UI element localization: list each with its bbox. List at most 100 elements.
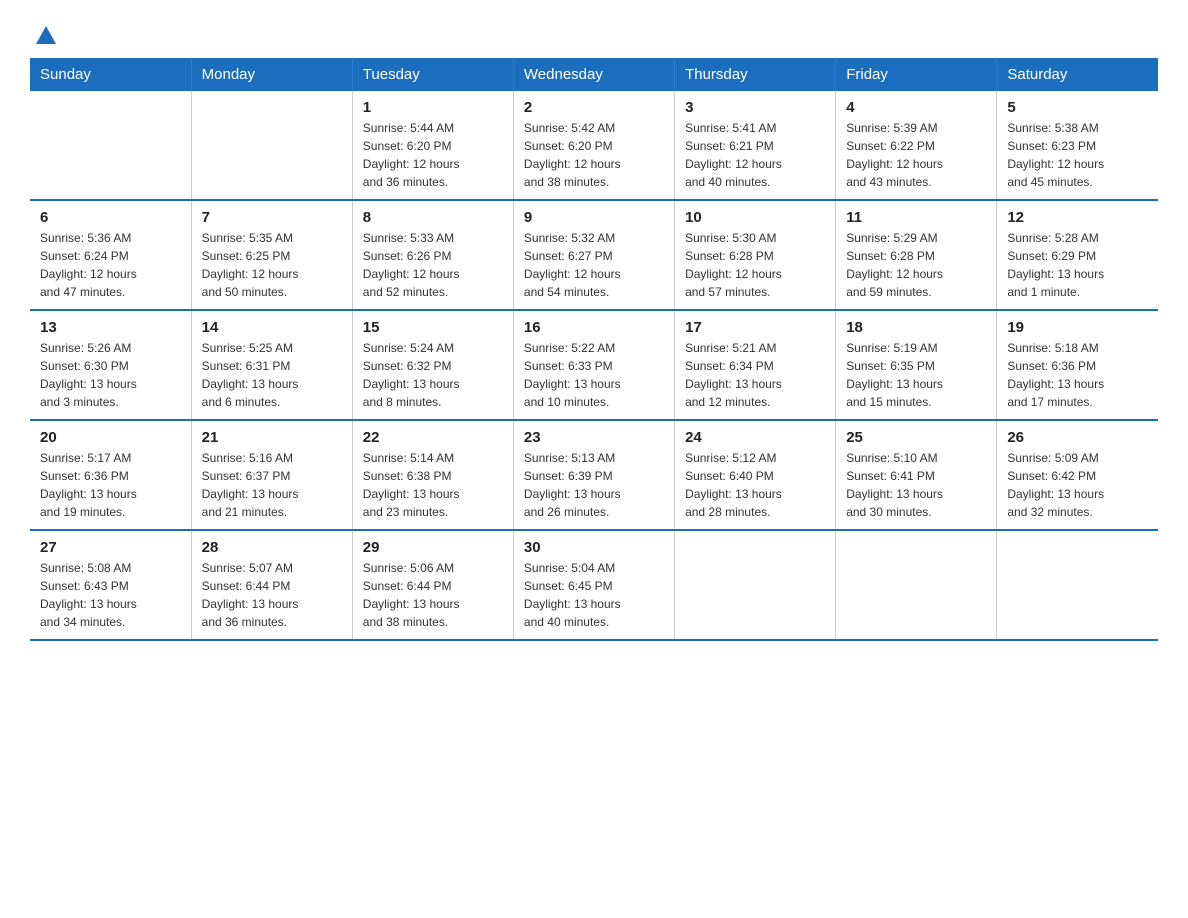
cell-week3-day2: 15 Sunrise: 5:24 AM Sunset: 6:32 PM Dayli… bbox=[352, 310, 513, 420]
day-number: 7 bbox=[202, 209, 342, 226]
cell-week5-day6 bbox=[997, 530, 1158, 640]
day-number: 8 bbox=[363, 209, 503, 226]
day-info: Sunrise: 5:32 AM Sunset: 6:27 PM Dayligh… bbox=[524, 229, 664, 301]
day-info: Sunrise: 5:16 AM Sunset: 6:37 PM Dayligh… bbox=[202, 449, 342, 521]
day-number: 13 bbox=[40, 319, 181, 336]
cell-week1-day2: 1 Sunrise: 5:44 AM Sunset: 6:20 PM Daylig… bbox=[352, 91, 513, 200]
day-number: 19 bbox=[1007, 319, 1148, 336]
day-info: Sunrise: 5:13 AM Sunset: 6:39 PM Dayligh… bbox=[524, 449, 664, 521]
day-number: 15 bbox=[363, 319, 503, 336]
col-sunday: Sunday bbox=[30, 58, 191, 91]
cell-week2-day1: 7 Sunrise: 5:35 AM Sunset: 6:25 PM Daylig… bbox=[191, 200, 352, 310]
day-info: Sunrise: 5:44 AM Sunset: 6:20 PM Dayligh… bbox=[363, 119, 503, 191]
day-info: Sunrise: 5:29 AM Sunset: 6:28 PM Dayligh… bbox=[846, 229, 986, 301]
cell-week4-day6: 26Sunrise: 5:09 AM Sunset: 6:42 PM Dayli… bbox=[997, 420, 1158, 530]
day-info: Sunrise: 5:33 AM Sunset: 6:26 PM Dayligh… bbox=[363, 229, 503, 301]
day-number: 10 bbox=[685, 209, 825, 226]
day-info: Sunrise: 5:10 AM Sunset: 6:41 PM Dayligh… bbox=[846, 449, 986, 521]
day-number: 21 bbox=[202, 429, 342, 446]
col-monday: Monday bbox=[191, 58, 352, 91]
logo-icon bbox=[33, 22, 59, 48]
day-number: 30 bbox=[524, 539, 664, 556]
day-info: Sunrise: 5:26 AM Sunset: 6:30 PM Dayligh… bbox=[40, 339, 181, 411]
week-row-5: 27 Sunrise: 5:08 AM Sunset: 6:43 PM Dayli… bbox=[30, 530, 1158, 640]
cell-week1-day5: 4Sunrise: 5:39 AM Sunset: 6:22 PM Daylig… bbox=[836, 91, 997, 200]
calendar-body: 1 Sunrise: 5:44 AM Sunset: 6:20 PM Daylig… bbox=[30, 91, 1158, 640]
day-info: Sunrise: 5:07 AM Sunset: 6:44 PM Dayligh… bbox=[202, 559, 342, 631]
week-row-4: 20Sunrise: 5:17 AM Sunset: 6:36 PM Dayli… bbox=[30, 420, 1158, 530]
day-number: 24 bbox=[685, 429, 825, 446]
day-number: 25 bbox=[846, 429, 986, 446]
cell-week4-day0: 20Sunrise: 5:17 AM Sunset: 6:36 PM Dayli… bbox=[30, 420, 191, 530]
calendar-header: Sunday Monday Tuesday Wednesday Thursday… bbox=[30, 58, 1158, 91]
day-info: Sunrise: 5:25 AM Sunset: 6:31 PM Dayligh… bbox=[202, 339, 342, 411]
day-info: Sunrise: 5:38 AM Sunset: 6:23 PM Dayligh… bbox=[1007, 119, 1148, 191]
cell-week3-day3: 16 Sunrise: 5:22 AM Sunset: 6:33 PM Dayli… bbox=[513, 310, 674, 420]
day-number: 11 bbox=[846, 209, 986, 226]
page-header bbox=[30, 20, 1158, 48]
day-info: Sunrise: 5:28 AM Sunset: 6:29 PM Dayligh… bbox=[1007, 229, 1148, 301]
day-info: Sunrise: 5:36 AM Sunset: 6:24 PM Dayligh… bbox=[40, 229, 181, 301]
cell-week1-day3: 2Sunrise: 5:42 AM Sunset: 6:20 PM Daylig… bbox=[513, 91, 674, 200]
week-row-3: 13 Sunrise: 5:26 AM Sunset: 6:30 PM Dayli… bbox=[30, 310, 1158, 420]
cell-week3-day5: 18 Sunrise: 5:19 AM Sunset: 6:35 PM Dayli… bbox=[836, 310, 997, 420]
cell-week5-day0: 27 Sunrise: 5:08 AM Sunset: 6:43 PM Dayli… bbox=[30, 530, 191, 640]
day-number: 9 bbox=[524, 209, 664, 226]
cell-week2-day5: 11 Sunrise: 5:29 AM Sunset: 6:28 PM Dayli… bbox=[836, 200, 997, 310]
cell-week3-day4: 17Sunrise: 5:21 AM Sunset: 6:34 PM Dayli… bbox=[675, 310, 836, 420]
header-row: Sunday Monday Tuesday Wednesday Thursday… bbox=[30, 58, 1158, 91]
cell-week4-day5: 25 Sunrise: 5:10 AM Sunset: 6:41 PM Dayli… bbox=[836, 420, 997, 530]
cell-week3-day1: 14 Sunrise: 5:25 AM Sunset: 6:31 PM Dayli… bbox=[191, 310, 352, 420]
cell-week4-day1: 21 Sunrise: 5:16 AM Sunset: 6:37 PM Dayli… bbox=[191, 420, 352, 530]
day-number: 29 bbox=[363, 539, 503, 556]
day-number: 16 bbox=[524, 319, 664, 336]
day-info: Sunrise: 5:06 AM Sunset: 6:44 PM Dayligh… bbox=[363, 559, 503, 631]
week-row-1: 1 Sunrise: 5:44 AM Sunset: 6:20 PM Daylig… bbox=[30, 91, 1158, 200]
day-number: 26 bbox=[1007, 429, 1148, 446]
col-wednesday: Wednesday bbox=[513, 58, 674, 91]
col-thursday: Thursday bbox=[675, 58, 836, 91]
day-number: 22 bbox=[363, 429, 503, 446]
day-number: 5 bbox=[1007, 99, 1148, 116]
day-info: Sunrise: 5:08 AM Sunset: 6:43 PM Dayligh… bbox=[40, 559, 181, 631]
day-info: Sunrise: 5:04 AM Sunset: 6:45 PM Dayligh… bbox=[524, 559, 664, 631]
cell-week2-day3: 9 Sunrise: 5:32 AM Sunset: 6:27 PM Daylig… bbox=[513, 200, 674, 310]
cell-week5-day1: 28 Sunrise: 5:07 AM Sunset: 6:44 PM Dayli… bbox=[191, 530, 352, 640]
cell-week1-day6: 5 Sunrise: 5:38 AM Sunset: 6:23 PM Daylig… bbox=[997, 91, 1158, 200]
day-number: 20 bbox=[40, 429, 181, 446]
cell-week1-day4: 3 Sunrise: 5:41 AM Sunset: 6:21 PM Daylig… bbox=[675, 91, 836, 200]
day-number: 18 bbox=[846, 319, 986, 336]
cell-week1-day1 bbox=[191, 91, 352, 200]
day-number: 28 bbox=[202, 539, 342, 556]
day-info: Sunrise: 5:22 AM Sunset: 6:33 PM Dayligh… bbox=[524, 339, 664, 411]
cell-week5-day4 bbox=[675, 530, 836, 640]
day-info: Sunrise: 5:30 AM Sunset: 6:28 PM Dayligh… bbox=[685, 229, 825, 301]
cell-week5-day3: 30 Sunrise: 5:04 AM Sunset: 6:45 PM Dayli… bbox=[513, 530, 674, 640]
day-number: 14 bbox=[202, 319, 342, 336]
day-number: 3 bbox=[685, 99, 825, 116]
day-info: Sunrise: 5:12 AM Sunset: 6:40 PM Dayligh… bbox=[685, 449, 825, 521]
cell-week5-day2: 29 Sunrise: 5:06 AM Sunset: 6:44 PM Dayli… bbox=[352, 530, 513, 640]
logo bbox=[30, 20, 59, 48]
cell-week3-day0: 13 Sunrise: 5:26 AM Sunset: 6:30 PM Dayli… bbox=[30, 310, 191, 420]
cell-week3-day6: 19 Sunrise: 5:18 AM Sunset: 6:36 PM Dayli… bbox=[997, 310, 1158, 420]
calendar-table: Sunday Monday Tuesday Wednesday Thursday… bbox=[30, 58, 1158, 641]
day-number: 1 bbox=[363, 99, 503, 116]
day-number: 27 bbox=[40, 539, 181, 556]
day-number: 6 bbox=[40, 209, 181, 226]
cell-week2-day2: 8 Sunrise: 5:33 AM Sunset: 6:26 PM Daylig… bbox=[352, 200, 513, 310]
cell-week2-day6: 12Sunrise: 5:28 AM Sunset: 6:29 PM Dayli… bbox=[997, 200, 1158, 310]
cell-week2-day4: 10 Sunrise: 5:30 AM Sunset: 6:28 PM Dayli… bbox=[675, 200, 836, 310]
day-info: Sunrise: 5:19 AM Sunset: 6:35 PM Dayligh… bbox=[846, 339, 986, 411]
day-info: Sunrise: 5:18 AM Sunset: 6:36 PM Dayligh… bbox=[1007, 339, 1148, 411]
cell-week1-day0 bbox=[30, 91, 191, 200]
day-info: Sunrise: 5:41 AM Sunset: 6:21 PM Dayligh… bbox=[685, 119, 825, 191]
week-row-2: 6 Sunrise: 5:36 AM Sunset: 6:24 PM Daylig… bbox=[30, 200, 1158, 310]
day-info: Sunrise: 5:35 AM Sunset: 6:25 PM Dayligh… bbox=[202, 229, 342, 301]
cell-week4-day4: 24 Sunrise: 5:12 AM Sunset: 6:40 PM Dayli… bbox=[675, 420, 836, 530]
day-info: Sunrise: 5:24 AM Sunset: 6:32 PM Dayligh… bbox=[363, 339, 503, 411]
day-info: Sunrise: 5:14 AM Sunset: 6:38 PM Dayligh… bbox=[363, 449, 503, 521]
day-number: 2 bbox=[524, 99, 664, 116]
cell-week4-day3: 23Sunrise: 5:13 AM Sunset: 6:39 PM Dayli… bbox=[513, 420, 674, 530]
day-number: 4 bbox=[846, 99, 986, 116]
